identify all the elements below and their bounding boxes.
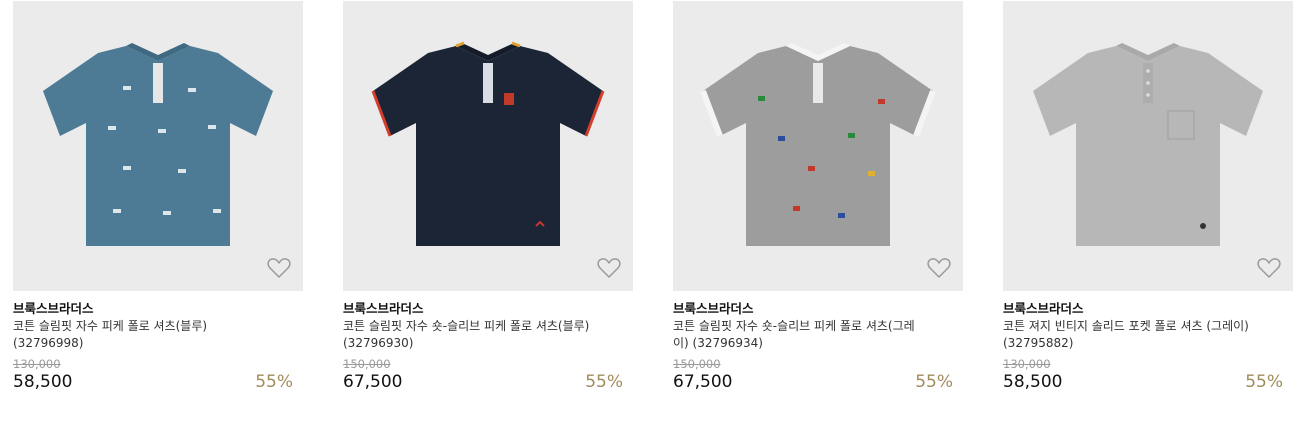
heart-outline-icon[interactable] [927, 257, 951, 279]
brand-name[interactable]: 브룩스브라더스 [343, 301, 633, 317]
sale-price: 67,500 [343, 372, 403, 392]
product-card[interactable]: 브룩스브라더스 코튼 슬림핏 자수 숏-슬리브 피케 폴로 셔츠(블루) (32… [343, 1, 633, 395]
discount-rate: 55% [1245, 372, 1283, 392]
original-price: 150,000 [673, 357, 721, 371]
heart-outline-icon[interactable] [267, 257, 291, 279]
product-image[interactable] [673, 1, 963, 291]
brand-name[interactable]: 브룩스브라더스 [673, 301, 963, 317]
discount-rate: 55% [255, 372, 293, 392]
price-row: 58,500 55% [1003, 371, 1293, 395]
price-row: 67,500 55% [343, 371, 633, 395]
polo-shirt-image [43, 43, 273, 246]
product-name[interactable]: 코튼 져지 빈티지 솔리드 포켓 폴로 셔츠 (그레이) (32795882) [1003, 318, 1253, 352]
product-card[interactable]: 브룩스브라더스 코튼 슬림핏 자수 숏-슬리브 피케 폴로 셔츠(그레이) (3… [673, 1, 963, 395]
discount-rate: 55% [915, 372, 953, 392]
heart-outline-icon[interactable] [597, 257, 621, 279]
brand-name[interactable]: 브룩스브라더스 [1003, 301, 1293, 317]
brand-name[interactable]: 브룩스브라더스 [13, 301, 303, 317]
polo-shirt-image [1033, 43, 1263, 246]
product-name[interactable]: 코튼 슬림핏 자수 숏-슬리브 피케 폴로 셔츠(그레이) (32796934) [673, 318, 923, 352]
product-card[interactable]: 브룩스브라더스 코튼 져지 빈티지 솔리드 포켓 폴로 셔츠 (그레이) (32… [1003, 1, 1293, 395]
price-row: 58,500 55% [13, 371, 303, 395]
discount-rate: 55% [585, 372, 623, 392]
product-image[interactable] [343, 1, 633, 291]
price-row: 67,500 55% [673, 371, 963, 395]
sale-price: 67,500 [673, 372, 733, 392]
heart-outline-icon[interactable] [1257, 257, 1281, 279]
original-price: 130,000 [13, 357, 61, 371]
product-image[interactable] [1003, 1, 1293, 291]
product-grid: 브룩스브라더스 코튼 슬림핏 자수 피케 폴로 셔츠(블루) (32796998… [0, 0, 1303, 427]
original-price: 150,000 [343, 357, 391, 371]
product-name[interactable]: 코튼 슬림핏 자수 피케 폴로 셔츠(블루) (32796998) [13, 318, 263, 352]
sale-price: 58,500 [1003, 372, 1063, 392]
product-image[interactable] [13, 1, 303, 291]
product-name[interactable]: 코튼 슬림핏 자수 숏-슬리브 피케 폴로 셔츠(블루) (32796930) [343, 318, 593, 352]
polo-shirt-image [371, 41, 605, 246]
sale-price: 58,500 [13, 372, 73, 392]
polo-shirt-image [700, 43, 936, 246]
original-price: 130,000 [1003, 357, 1051, 371]
product-card[interactable]: 브룩스브라더스 코튼 슬림핏 자수 피케 폴로 셔츠(블루) (32796998… [13, 1, 303, 395]
